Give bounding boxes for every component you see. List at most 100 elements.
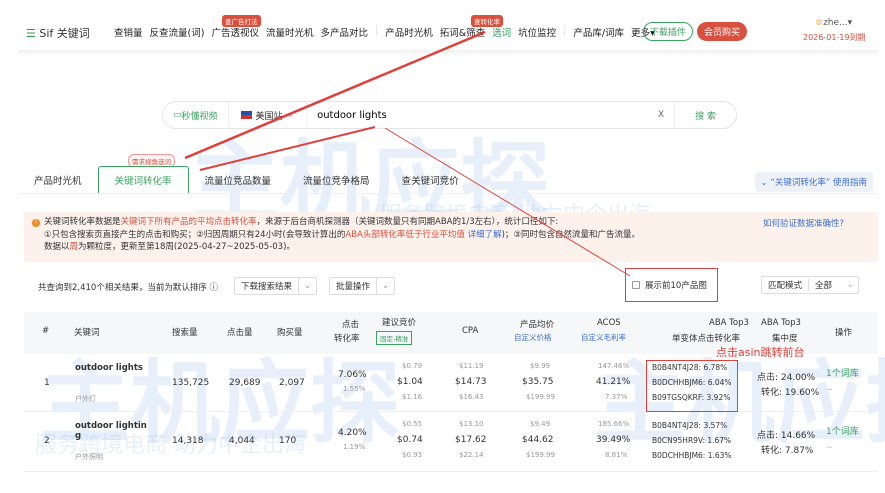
search-input[interactable] [307, 109, 648, 121]
crown-icon: ♔ [815, 18, 824, 28]
download-label: 下载搜索结果 [241, 282, 293, 292]
keyword-wrap: g [75, 431, 82, 441]
top-nav: ☰ Sif 关键词 查销量 反查流量(词) 广告透视仪 流量时光机 多产品对比 … [0, 0, 885, 50]
col-cvr[interactable]: 点击 [342, 318, 359, 330]
video-label: 秒懂视频 [181, 111, 218, 122]
user-menu[interactable]: ♔zhe...▾ [815, 18, 852, 28]
menu-compare[interactable]: 多产品对比 [320, 25, 368, 39]
keyword: outdoor lightin [75, 421, 147, 431]
col-acos[interactable]: ACOS [597, 318, 621, 328]
badge-ads: 查广告打法 [222, 15, 261, 27]
video-icon: ▭ [173, 110, 182, 120]
keyword-link[interactable]: outdoor lights [75, 363, 143, 373]
col-search[interactable]: 搜索量 [172, 326, 198, 338]
more-actions[interactable]: ... [826, 384, 833, 392]
menu-select[interactable]: 选词 [492, 25, 511, 39]
buy-volume: 2,097 [279, 378, 305, 388]
menu-monitor[interactable]: 坑位监控 [518, 25, 556, 39]
bid-high: $1.16 [402, 393, 423, 401]
add-to-library-link[interactable]: 1个词库 [826, 366, 859, 379]
asin-link[interactable]: B0B4NT4J28: 3.57% [652, 421, 727, 430]
col-cpa[interactable]: CPA [462, 326, 478, 336]
video-button[interactable]: ▭ 秒懂视频 [163, 102, 229, 128]
logo[interactable]: ☰ Sif 关键词 [26, 25, 90, 41]
price-low: $9.49 [530, 420, 551, 428]
show-top10-checkbox[interactable]: 展示前10产品图 [625, 268, 718, 302]
more-actions[interactable]: ... [826, 442, 833, 450]
price-mid: $35.75 [522, 377, 554, 387]
checkbox-icon [632, 281, 640, 289]
menu-ads[interactable]: 广告透视仪 [211, 25, 259, 39]
col-index: # [42, 326, 50, 336]
price-mid: $44.62 [522, 435, 554, 445]
add-to-library-link[interactable]: 1个词库 [826, 424, 859, 437]
detail-link[interactable]: 详细了解 [468, 230, 502, 240]
tab-keyword-conversion[interactable]: 关键词转化率 [97, 166, 189, 193]
verify-link[interactable]: 如何验证数据准确性? [763, 217, 844, 229]
info-icon: ! [32, 219, 40, 227]
concentration-conversion: 转化: 7.87% [761, 446, 814, 456]
bid-mode-select[interactable]: 固定-精准 [376, 331, 413, 345]
bid-mid: $0.74 [397, 435, 423, 445]
clear-icon[interactable]: X [648, 110, 674, 120]
batch-select[interactable]: 批量操作 ⌄ [329, 277, 396, 295]
price-high: $199.99 [526, 451, 555, 459]
cpa-high: $16.43 [459, 393, 484, 401]
menu-reverse[interactable]: 反查流量(词) [150, 25, 205, 39]
notice-text: ①只包含搜索页直接产生的点击和购买；②归因周期只有24小时(会导致计算出的 [44, 229, 346, 240]
search-button[interactable]: 搜 索 [674, 102, 736, 128]
guide-link[interactable]: ⌄ “关键词转化率” 使用指南 [754, 172, 873, 192]
keyword-link[interactable]: outdoor lightin g [75, 421, 147, 441]
match-mode-select[interactable]: 匹配模式 全部 ⌄ [761, 276, 859, 294]
conversion-rate-sub: 1.55% [343, 385, 366, 393]
conversion-rate: 4.20% [338, 428, 367, 438]
download-results-select[interactable]: 下载搜索结果 ⌄ [234, 277, 318, 295]
chevron-down-icon: ⌄ [846, 280, 854, 290]
vip-button[interactable]: 会员购买 [697, 22, 748, 41]
main-menu: 查销量 反查流量(词) 广告透视仪 流量时光机 多产品对比 | 产品时光机 拓词… [114, 25, 655, 39]
col-keyword: 关键词 [74, 328, 100, 338]
custom-margin-link[interactable]: 自定义毛利率 [581, 332, 626, 343]
asin-link[interactable]: B0DCHHBJM6: 1.63% [652, 451, 732, 460]
acos-mid: 41.21% [596, 377, 631, 387]
col-price: 产品均价 [520, 320, 555, 330]
menu-traffic[interactable]: 流量时光机 [266, 25, 314, 39]
tab-competitor-count[interactable]: 流量位竞品数量 [189, 167, 288, 193]
col-conc[interactable]: ABA Top3 [761, 318, 801, 328]
menu-product-machine[interactable]: 产品时光机 [385, 25, 433, 39]
site-select[interactable]: 美国站 ⌄ [229, 102, 308, 128]
tab-product-machine[interactable]: 产品时光机 [18, 167, 98, 193]
col-aba-sub: 单变体点击转化率 [672, 334, 741, 344]
col-bid[interactable]: 建议竞价 [382, 316, 416, 328]
click-volume: 29,689 [229, 378, 261, 388]
match-label: 匹配模式 [762, 279, 810, 291]
menu-library[interactable]: 产品库/词库 [573, 25, 624, 39]
table-row [24, 412, 878, 472]
menu-sales[interactable]: 查销量 [114, 25, 143, 39]
search-volume: 14,318 [172, 436, 204, 446]
custom-price-link[interactable]: 自定义价格 [514, 332, 552, 343]
col-click[interactable]: 点击量 [227, 326, 253, 338]
cpa-mid: $17.62 [455, 435, 487, 445]
concentration-click: 点击: 14.66% [757, 431, 816, 441]
tab-keyword-bid[interactable]: 查关键词竞价 [386, 167, 475, 193]
tab-competition[interactable]: 流量位竞争格局 [287, 167, 386, 193]
guide-label: “关键词转化率” 使用指南 [770, 178, 867, 188]
col-buy[interactable]: 购买量 [277, 326, 303, 338]
divider: | [563, 25, 567, 36]
match-value: 全部 [815, 281, 833, 291]
download-plugin-button[interactable]: 下载插件 [643, 22, 694, 41]
notice-highlight: 关键词下所有产品的平均点击转化率 [120, 217, 257, 227]
concentration-click: 点击: 24.00% [757, 373, 816, 383]
asin-highlight [646, 360, 738, 412]
click-volume: 4,044 [229, 436, 255, 446]
notice-text: 关键词转化率数据是 [44, 217, 121, 227]
tab-bar: 产品时光机 关键词转化率 流量位竞品数量 流量位竞争格局 查关键词竞价 [18, 166, 878, 194]
menu-expand[interactable]: 拓词&筛查 [440, 25, 485, 39]
acos-high: 147.46% [598, 362, 630, 370]
keyword-translation: 户外灯 [75, 395, 96, 403]
asin-link[interactable]: B0CN95HR9V: 1.67% [652, 436, 731, 445]
notice-text: ，来源于后台商机探测器（关键词数量只有同期ABA的1/3左右），统计口径如下: [256, 217, 559, 227]
arrow-line [199, 126, 376, 171]
acos-low: 7.37% [605, 393, 628, 401]
